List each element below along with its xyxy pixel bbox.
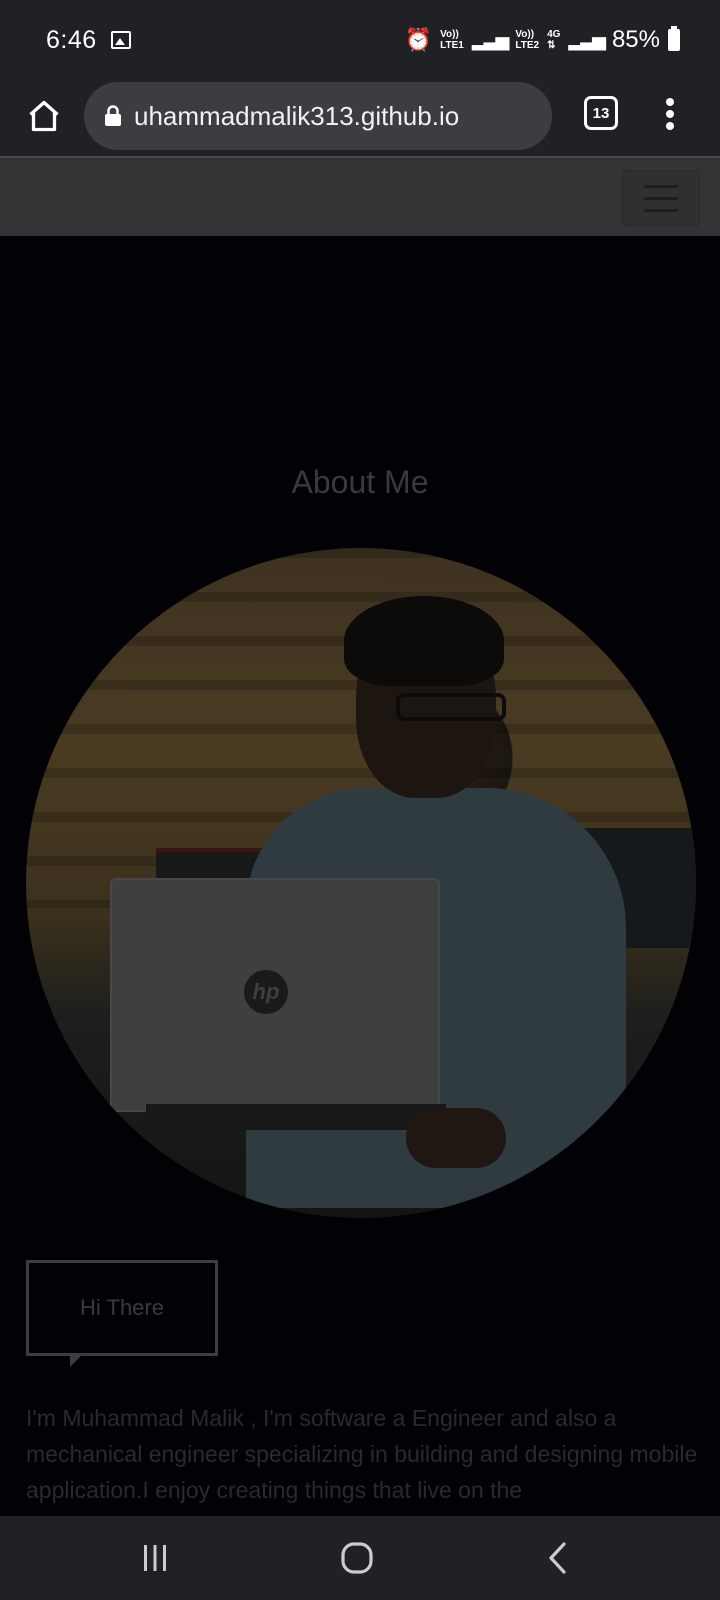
section-title: About Me	[291, 464, 429, 500]
battery-percent: 85%	[611, 26, 660, 53]
signal-bars-icon: ▂▃▅	[471, 29, 510, 50]
image-notification-icon	[110, 31, 131, 49]
home-icon	[29, 100, 59, 132]
status-indicators: ⏰ Vo)) LTE1 ▂▃▅ Vo)) LTE2 4G ⇅ ▂▃▅ 85%	[405, 26, 680, 54]
system-navigation-bar	[0, 1516, 720, 1600]
hp-logo-icon: hp	[244, 970, 288, 1014]
sim1-indicator: Vo)) LTE1	[440, 29, 464, 51]
page-content: About Me hp Hi There I'm Muhammad Malik …	[0, 236, 720, 1516]
speech-bubble: Hi There	[26, 1260, 218, 1356]
status-time: 6:46	[46, 25, 97, 54]
tab-switcher-button[interactable]: 13	[584, 96, 618, 130]
site-navbar	[0, 156, 720, 236]
back-icon	[549, 1542, 566, 1574]
battery-icon	[668, 26, 680, 51]
home-nav-button[interactable]	[307, 1516, 407, 1600]
recents-icon	[144, 1545, 166, 1571]
speech-bubble-tail	[70, 1353, 84, 1367]
browser-toolbar: uhammadmalik313.github.io 13	[0, 80, 720, 156]
more-vert-icon[interactable]	[660, 92, 680, 136]
url-text: uhammadmalik313.github.io	[134, 100, 460, 131]
home-button[interactable]	[24, 96, 64, 136]
alarm-icon: ⏰	[404, 27, 433, 52]
network-type: 4G ⇅	[547, 29, 561, 51]
laptop-graphic: hp	[110, 878, 440, 1112]
recents-button[interactable]	[105, 1516, 205, 1600]
hamburger-icon[interactable]	[622, 170, 700, 226]
back-button[interactable]	[508, 1516, 608, 1600]
profile-photo: hp	[26, 548, 696, 1218]
signal-bars-icon: ▂▃▅	[568, 29, 606, 50]
about-paragraph: I'm Muhammad Malik , I'm software a Engi…	[26, 1405, 698, 1503]
data-arrows-icon: ⇅	[547, 40, 556, 51]
lock-icon	[104, 105, 122, 127]
sim2-indicator: Vo)) LTE2	[515, 29, 540, 51]
home-nav-icon	[341, 1542, 373, 1574]
address-bar[interactable]: uhammadmalik313.github.io	[84, 82, 552, 150]
status-bar: 6:46 ⏰ Vo)) LTE1 ▂▃▅ Vo)) LTE2 4G ⇅ ▂▃▅ …	[0, 0, 720, 80]
